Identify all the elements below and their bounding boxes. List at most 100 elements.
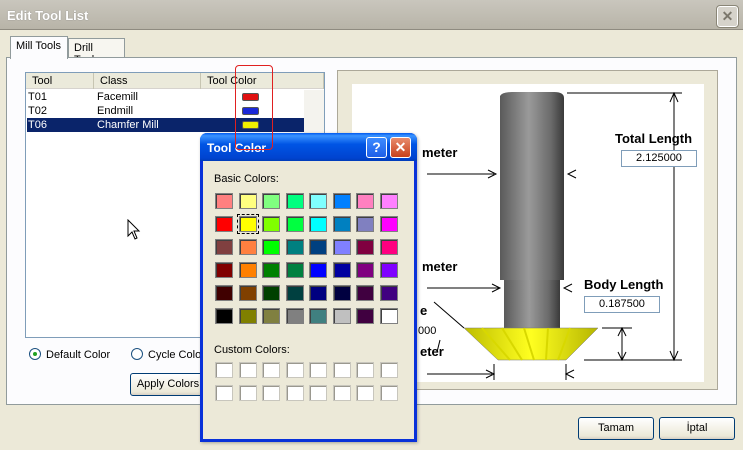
column-header-tool[interactable]: Tool	[26, 73, 94, 89]
color-swatch[interactable]	[309, 262, 327, 278]
custom-color-swatch[interactable]	[356, 362, 374, 378]
body-length-field[interactable]: 0.187500	[584, 296, 660, 313]
custom-color-swatch[interactable]	[332, 362, 351, 378]
default-color-radio[interactable]	[29, 348, 41, 360]
custom-color-swatch[interactable]	[309, 362, 327, 378]
tool-id: T01	[28, 91, 47, 103]
ok-button[interactable]: Tamam	[578, 417, 654, 440]
custom-color-swatch[interactable]	[215, 385, 233, 401]
color-swatch[interactable]	[379, 239, 398, 255]
color-swatch[interactable]	[379, 216, 398, 232]
cycle-color-radio[interactable]	[131, 348, 143, 360]
tool-class: Endmill	[97, 105, 134, 117]
tab-drill-tools[interactable]: Drill Tools	[68, 38, 125, 66]
custom-color-swatch[interactable]	[262, 385, 280, 401]
default-color-label: Default Color	[46, 349, 111, 361]
color-swatch[interactable]	[379, 308, 398, 324]
custom-color-swatch[interactable]	[238, 385, 257, 401]
edit-tool-list-window: Edit Tool List ✕ Mill Tools Drill Tools …	[0, 0, 743, 450]
diameter-label-partial: meter	[422, 145, 458, 160]
color-swatch[interactable]	[356, 262, 374, 278]
custom-color-swatch[interactable]	[379, 362, 398, 378]
color-swatch[interactable]	[215, 285, 233, 301]
mouse-cursor-icon	[127, 219, 141, 240]
apply-colors-button[interactable]: Apply Colors	[130, 373, 206, 396]
color-swatch[interactable]	[356, 308, 374, 324]
color-swatch[interactable]	[309, 308, 327, 324]
color-swatch[interactable]	[215, 216, 233, 232]
color-swatch[interactable]	[309, 193, 327, 209]
cancel-button[interactable]: İptal	[659, 417, 735, 440]
diameter-label-partial: eter	[420, 344, 444, 359]
color-swatch[interactable]	[262, 262, 280, 278]
custom-color-swatch[interactable]	[356, 385, 374, 401]
color-swatch[interactable]	[332, 216, 351, 232]
color-swatch[interactable]	[262, 216, 280, 232]
color-swatch[interactable]	[285, 193, 304, 209]
dialog-title-bar: Tool Color ? ✕	[200, 133, 417, 161]
color-swatch[interactable]	[309, 285, 327, 301]
color-swatch[interactable]	[285, 285, 304, 301]
color-swatch[interactable]	[236, 214, 259, 234]
custom-color-swatch[interactable]	[215, 362, 233, 378]
window-title: Edit Tool List	[7, 8, 89, 23]
color-swatch[interactable]	[356, 285, 374, 301]
color-swatch[interactable]	[309, 216, 327, 232]
color-swatch[interactable]	[215, 262, 233, 278]
tool-id: T02	[28, 105, 47, 117]
tool-class: Chamfer Mill	[97, 119, 159, 131]
color-swatch[interactable]	[262, 239, 280, 255]
color-swatch[interactable]	[262, 308, 280, 324]
basic-colors-label: Basic Colors:	[214, 173, 279, 185]
column-header-class[interactable]: Class	[94, 73, 201, 89]
color-swatch[interactable]	[215, 239, 233, 255]
color-swatch[interactable]	[238, 285, 257, 301]
color-swatch[interactable]	[379, 193, 398, 209]
dialog-close-button[interactable]: ✕	[390, 137, 411, 158]
custom-color-swatch[interactable]	[238, 362, 257, 378]
angle-value-partial: 000	[418, 325, 437, 337]
custom-colors-label: Custom Colors:	[214, 344, 290, 356]
color-swatch[interactable]	[356, 239, 374, 255]
total-length-label: Total Length	[615, 131, 693, 146]
color-swatch[interactable]	[356, 193, 374, 209]
color-swatch[interactable]	[238, 308, 257, 324]
tab-mill-tools[interactable]: Mill Tools	[10, 36, 68, 59]
title-bar: Edit Tool List ✕	[0, 0, 743, 30]
window-close-button[interactable]: ✕	[716, 5, 739, 28]
color-swatch[interactable]	[379, 285, 398, 301]
body-length-label: Body Length	[584, 277, 664, 292]
tool-id: T06	[28, 119, 47, 131]
color-swatch[interactable]	[285, 239, 304, 255]
angle-label-partial: e	[420, 303, 428, 318]
color-swatch[interactable]	[332, 239, 351, 255]
custom-color-swatch[interactable]	[309, 385, 327, 401]
list-header: Tool Class Tool Color	[26, 73, 324, 89]
color-swatch[interactable]	[238, 193, 257, 209]
custom-color-swatch[interactable]	[379, 385, 398, 401]
custom-color-swatch[interactable]	[285, 385, 304, 401]
help-button[interactable]: ?	[366, 137, 387, 158]
color-swatch[interactable]	[379, 262, 398, 278]
color-swatch[interactable]	[332, 308, 351, 324]
total-length-field[interactable]: 2.125000	[621, 150, 697, 167]
color-swatch[interactable]	[309, 239, 327, 255]
color-swatch[interactable]	[262, 285, 280, 301]
highlight-annotation	[235, 65, 273, 150]
color-swatch[interactable]	[285, 216, 304, 232]
color-swatch[interactable]	[262, 193, 280, 209]
custom-color-swatch[interactable]	[285, 362, 304, 378]
tool-color-dialog: Tool Color ? ✕ Basic Colors: Custom Colo…	[200, 133, 417, 442]
color-swatch[interactable]	[238, 262, 257, 278]
color-swatch[interactable]	[285, 308, 304, 324]
custom-color-swatch[interactable]	[332, 385, 351, 401]
custom-color-swatch[interactable]	[262, 362, 280, 378]
color-swatch[interactable]	[332, 285, 351, 301]
color-swatch[interactable]	[285, 262, 304, 278]
color-swatch[interactable]	[215, 193, 233, 209]
color-swatch[interactable]	[215, 308, 233, 324]
color-swatch[interactable]	[356, 216, 374, 232]
color-swatch[interactable]	[332, 262, 351, 278]
color-swatch[interactable]	[332, 193, 351, 209]
color-swatch[interactable]	[238, 239, 257, 255]
